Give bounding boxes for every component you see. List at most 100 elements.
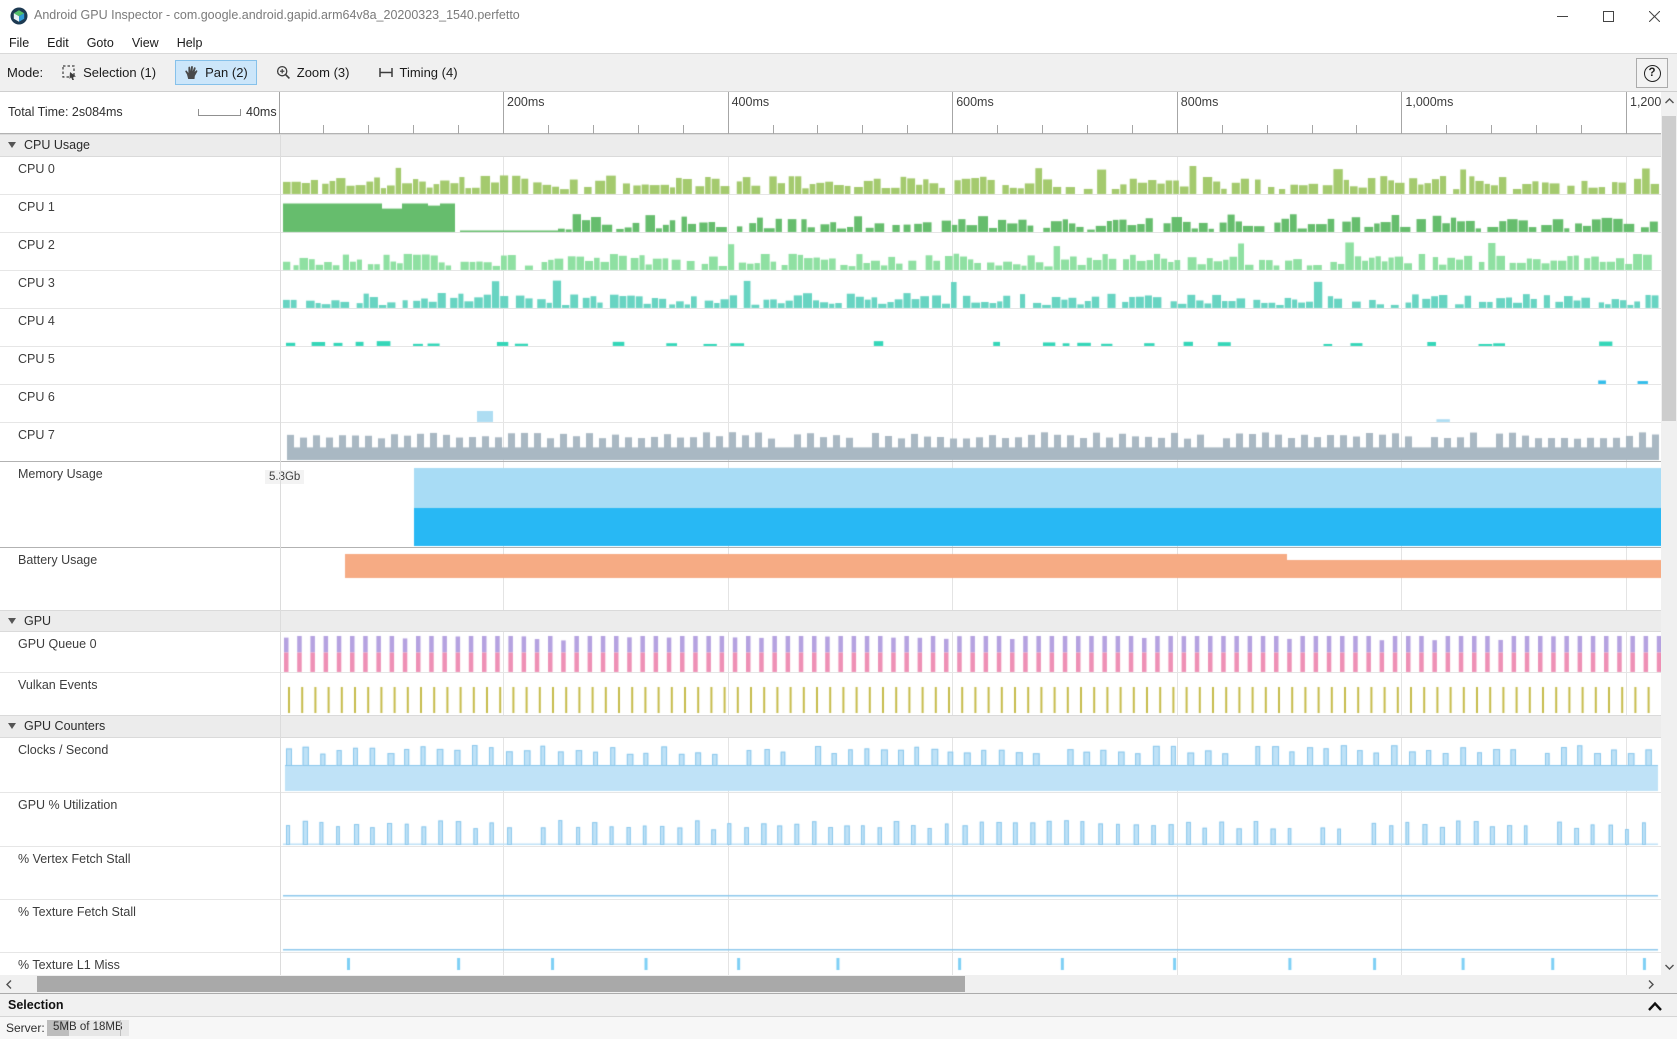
track-row-gpu-queue-0[interactable]: GPU Queue 0 xyxy=(0,632,1661,673)
track-row-gpu-utilization[interactable]: GPU % Utilization xyxy=(0,793,1661,847)
collapse-triangle-icon[interactable] xyxy=(8,142,16,148)
track-chart-clocks-second[interactable] xyxy=(280,738,1661,793)
track-row-cpu-3[interactable]: CPU 3 xyxy=(0,271,1661,309)
mode-label: Mode: xyxy=(7,65,43,80)
track-chart-vertex-fetch-stall[interactable] xyxy=(280,847,1661,900)
vertical-scrollbar[interactable] xyxy=(1661,92,1677,975)
selection-mode-button[interactable]: Selection (1) xyxy=(53,60,165,85)
track-label: CPU 2 xyxy=(18,238,55,252)
selection-panel-title: Selection xyxy=(8,998,64,1012)
track-row-cpu-6[interactable]: CPU 6 xyxy=(0,385,1661,423)
track-chart-cpu-3[interactable] xyxy=(280,271,1661,309)
track-chart-texture-l1-miss[interactable] xyxy=(280,953,1661,975)
menu-view[interactable]: View xyxy=(123,34,168,52)
timing-mode-button[interactable]: Timing (4) xyxy=(369,60,467,85)
ruler-minor-tick xyxy=(323,125,324,134)
memory-value-chip: 5.3Gb xyxy=(265,470,304,484)
track-chart-vulkan-events[interactable] xyxy=(280,673,1661,715)
horizontal-scrollbar-thumb[interactable] xyxy=(37,976,965,992)
section-label: GPU Counters xyxy=(24,719,105,733)
track-label: CPU 3 xyxy=(18,276,55,290)
track-label: CPU 5 xyxy=(18,352,55,366)
timeline-tracks[interactable]: CPU UsageCPU 0CPU 1 CPU 2 CPU 3 CPU 4 CPU 5 C… xyxy=(0,134,1661,975)
menu-goto[interactable]: Goto xyxy=(78,34,123,52)
scroll-up-icon[interactable] xyxy=(1661,92,1677,109)
track-row-cpu-7[interactable]: CPU 7 xyxy=(0,423,1661,461)
scale-bracket xyxy=(198,109,241,116)
menu-edit[interactable]: Edit xyxy=(38,34,78,52)
scroll-right-icon[interactable] xyxy=(1642,975,1660,993)
timing-mode-label: Timing (4) xyxy=(400,65,458,80)
close-button[interactable] xyxy=(1631,0,1677,32)
track-row-cpu-1[interactable]: CPU 1 xyxy=(0,195,1661,233)
vertical-scrollbar-thumb[interactable] xyxy=(1662,116,1676,421)
ruler-minor-tick xyxy=(1536,125,1537,134)
ruler-tick-label: 400ms xyxy=(732,95,770,109)
section-header-gpu[interactable]: GPU xyxy=(0,610,1661,632)
minimize-button[interactable] xyxy=(1539,0,1585,32)
track-row-cpu-2[interactable]: CPU 2 xyxy=(0,233,1661,271)
track-chart-cpu-2[interactable] xyxy=(280,233,1661,271)
ruler-minor-tick xyxy=(817,125,818,134)
menu-help[interactable]: Help xyxy=(168,34,212,52)
track-chart-cpu-6[interactable] xyxy=(280,385,1661,423)
timeline-ruler[interactable]: Total Time: 2s084ms 40ms 200ms400ms600ms… xyxy=(0,92,1661,134)
ruler-minor-tick xyxy=(1312,125,1313,134)
status-separator xyxy=(120,1020,121,1036)
track-chart-gpu-queue-0[interactable] xyxy=(280,632,1661,673)
zoom-mode-button[interactable]: Zoom (3) xyxy=(267,60,359,85)
ruler-minor-tick xyxy=(1446,125,1447,134)
ruler-header: Total Time: 2s084ms 40ms xyxy=(0,92,280,134)
track-row-clocks-second[interactable]: Clocks / Second xyxy=(0,738,1661,793)
pan-mode-button[interactable]: Pan (2) xyxy=(175,60,257,85)
track-chart-battery-usage[interactable] xyxy=(280,548,1661,611)
ruler-major-line xyxy=(1177,92,1178,134)
menu-file[interactable]: File xyxy=(0,34,38,52)
collapse-triangle-icon[interactable] xyxy=(8,723,16,729)
magnifier-zoom-icon xyxy=(276,65,291,80)
ruler-minor-tick xyxy=(907,125,908,134)
horizontal-scrollbar[interactable] xyxy=(0,975,1677,993)
ruler-minor-tick xyxy=(638,125,639,134)
track-row-cpu-0[interactable]: CPU 0 xyxy=(0,157,1661,195)
maximize-button[interactable] xyxy=(1585,0,1631,32)
track-chart-memory-usage[interactable] xyxy=(280,462,1661,548)
ruler-major-line xyxy=(728,92,729,134)
track-label: % Texture Fetch Stall xyxy=(18,905,136,919)
track-row-texture-fetch-stall[interactable]: % Texture Fetch Stall xyxy=(0,900,1661,953)
scroll-down-icon[interactable] xyxy=(1661,958,1677,975)
chevron-up-icon[interactable] xyxy=(1647,999,1663,1017)
track-chart-gpu-utilization[interactable] xyxy=(280,793,1661,847)
section-header-cpu-usage[interactable]: CPU Usage xyxy=(0,134,1661,157)
track-label: CPU 4 xyxy=(18,314,55,328)
help-icon: ? xyxy=(1644,65,1661,82)
section-header-gpu-counters[interactable]: GPU Counters xyxy=(0,715,1661,738)
track-chart-cpu-4[interactable] xyxy=(280,309,1661,347)
ruler-tick-label: 1,000ms xyxy=(1405,95,1453,109)
track-row-cpu-4[interactable]: CPU 4 xyxy=(0,309,1661,347)
track-chart-cpu-5[interactable] xyxy=(280,347,1661,385)
track-chart-cpu-0[interactable] xyxy=(280,157,1661,195)
selection-panel-header[interactable]: Selection xyxy=(0,993,1677,1017)
server-label: Server: xyxy=(6,1021,45,1035)
track-row-vertex-fetch-stall[interactable]: % Vertex Fetch Stall xyxy=(0,847,1661,900)
scale-label: 40ms xyxy=(246,105,277,119)
track-row-cpu-5[interactable]: CPU 5 xyxy=(0,347,1661,385)
ruler-ticks[interactable]: 200ms400ms600ms800ms1,000ms1,200ms xyxy=(280,92,1661,134)
track-label: GPU % Utilization xyxy=(18,798,117,812)
mode-toolbar: Mode: Selection (1) Pan (2) xyxy=(0,53,1677,92)
track-chart-cpu-7[interactable] xyxy=(280,423,1661,461)
track-row-texture-l1-miss[interactable]: % Texture L1 Miss xyxy=(0,953,1661,975)
ruler-minor-tick xyxy=(773,125,774,134)
server-memory-badge: 5MB of 18MB xyxy=(47,1020,129,1036)
collapse-triangle-icon[interactable] xyxy=(8,618,16,624)
ruler-minor-tick xyxy=(1267,125,1268,134)
track-chart-cpu-1[interactable] xyxy=(280,195,1661,233)
scroll-left-icon[interactable] xyxy=(0,975,18,993)
help-button[interactable]: ? xyxy=(1636,58,1668,88)
track-label: Memory Usage xyxy=(18,467,103,481)
track-row-battery-usage[interactable]: Battery Usage xyxy=(0,547,1661,610)
track-chart-texture-fetch-stall[interactable] xyxy=(280,900,1661,953)
track-row-memory-usage[interactable]: Memory Usage 5.3Gb xyxy=(0,461,1661,547)
track-row-vulkan-events[interactable]: Vulkan Events xyxy=(0,673,1661,715)
